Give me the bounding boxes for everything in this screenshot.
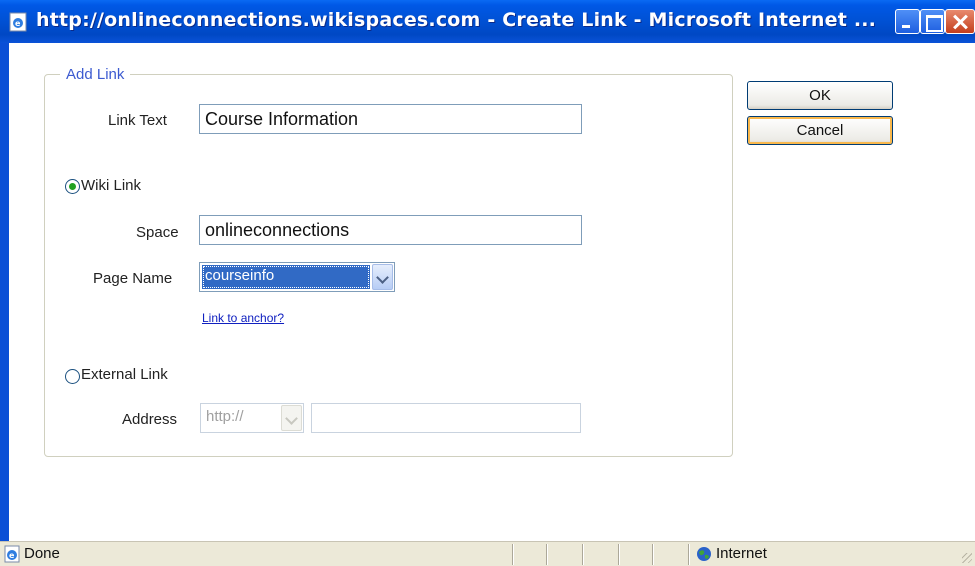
address-protocol-select[interactable]: http://: [200, 403, 304, 433]
status-divider: [582, 544, 584, 565]
status-bar: e Done Internet: [0, 541, 975, 566]
globe-icon: [696, 546, 712, 562]
window-frame-left: [0, 43, 9, 541]
minimize-button[interactable]: [895, 9, 920, 34]
chevron-down-icon[interactable]: [281, 405, 302, 431]
address-label: Address: [122, 411, 178, 428]
window-titlebar[interactable]: e http://onlineconnections.wikispaces.co…: [0, 0, 975, 43]
status-text: Done: [24, 545, 60, 562]
resize-grip[interactable]: [962, 553, 972, 563]
svg-text:e: e: [9, 551, 15, 560]
security-zone-text: Internet: [716, 545, 767, 562]
address-input[interactable]: [311, 403, 581, 433]
wiki-link-label: Wiki Link: [81, 177, 142, 194]
page-name-select[interactable]: courseinfo: [199, 262, 395, 292]
chevron-down-icon[interactable]: [372, 264, 393, 290]
wiki-link-radio[interactable]: [65, 179, 80, 194]
page-name-label: Page Name: [93, 270, 173, 287]
ok-button[interactable]: OK: [747, 81, 893, 110]
maximize-button[interactable]: [920, 9, 945, 34]
ie-icon: e: [4, 545, 22, 563]
status-divider: [512, 544, 514, 565]
status-divider: [618, 544, 620, 565]
link-to-anchor[interactable]: Link to anchor?: [202, 311, 284, 325]
svg-text:e: e: [15, 19, 21, 28]
status-divider: [652, 544, 654, 565]
cancel-button[interactable]: Cancel: [747, 116, 893, 145]
space-input[interactable]: onlineconnections: [199, 215, 582, 245]
add-link-legend: Add Link: [60, 66, 131, 83]
status-divider: [688, 544, 690, 565]
link-text-input[interactable]: Course Information: [199, 104, 582, 134]
window-title: http://onlineconnections.wikispaces.com …: [36, 9, 877, 31]
link-text-label: Link Text: [108, 112, 167, 129]
address-protocol-value: http://: [203, 406, 279, 430]
status-divider: [546, 544, 548, 565]
space-label: Space: [136, 224, 179, 241]
close-button[interactable]: [945, 9, 975, 34]
page-name-value: courseinfo: [202, 265, 370, 289]
ie-page-icon: e: [8, 12, 30, 32]
external-link-label: External Link: [81, 366, 168, 383]
external-link-radio[interactable]: [65, 369, 80, 384]
